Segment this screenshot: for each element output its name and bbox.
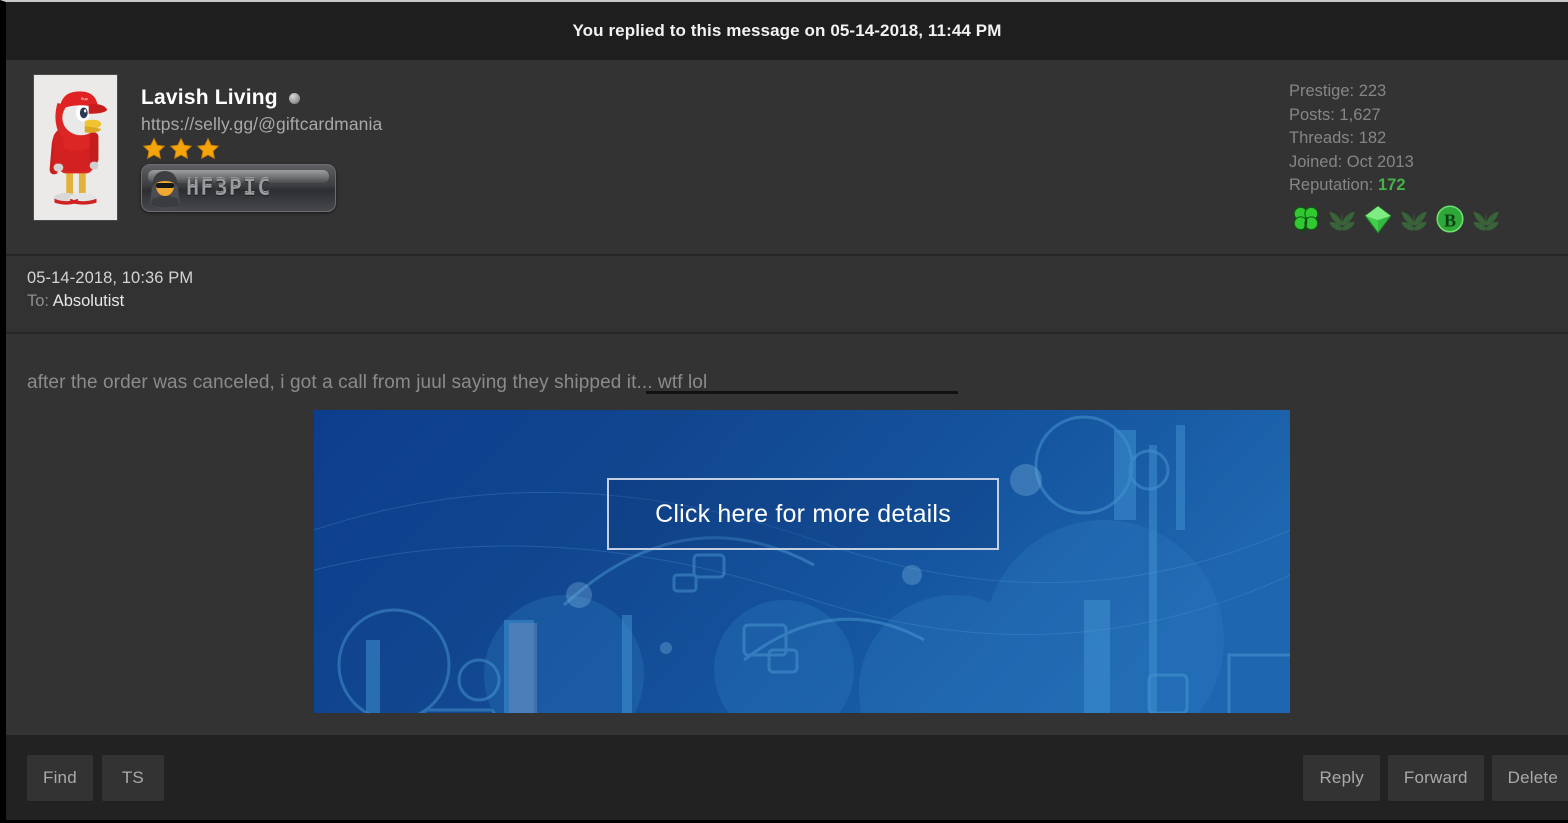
signature-separator [646, 391, 958, 394]
avatar[interactable]: Sup [33, 74, 118, 221]
leaf-icon [1329, 211, 1355, 232]
username[interactable]: Lavish Living [141, 86, 278, 110]
duck-avatar-icon: Sup [34, 75, 117, 220]
author-panel: Sup Lavish Living https://selly.gg/@gift… [6, 60, 1568, 256]
star-icon [142, 137, 166, 160]
message-body: after the order was canceled, i got a ca… [6, 334, 1568, 765]
clover-icon [1293, 206, 1319, 234]
award-icons: B [1289, 202, 1503, 236]
badge-label: HF3PIC [186, 175, 272, 201]
stat-threads: Threads: 182 [1289, 129, 1387, 147]
author-meta: Lavish Living https://selly.gg/@giftcard… [141, 74, 382, 254]
gem-icon [1364, 205, 1392, 234]
ts-button[interactable]: TS [101, 754, 164, 801]
message-header: 05-14-2018, 10:36 PM To: Absolutist [6, 256, 1568, 334]
author-stats: Prestige: 223 Posts: 1,627 Threads: 182 … [1289, 80, 1503, 236]
stat-posts: Posts: 1,627 [1289, 105, 1381, 124]
stat-reputation: Reputation: 172 [1289, 174, 1503, 198]
user-star-rating [141, 136, 382, 162]
online-status-icon [288, 92, 300, 104]
forward-button[interactable]: Forward [1387, 754, 1484, 801]
user-title: https://selly.gg/@giftcardmania [141, 114, 383, 134]
username-line: Lavish Living [141, 86, 382, 110]
delete-button[interactable]: Delete [1491, 754, 1568, 801]
svg-text:B: B [1444, 210, 1456, 230]
stat-prestige: Prestige: 223 [1289, 82, 1387, 100]
message-date: 05-14-2018, 10:36 PM [27, 269, 194, 287]
private-message-view: You replied to this message on 05-14-201… [0, 0, 1568, 823]
message-recipient: To: Absolutist [27, 292, 1568, 311]
reply-button[interactable]: Reply [1303, 754, 1380, 801]
recipient-name[interactable]: Absolutist [53, 292, 125, 310]
cta-button[interactable]: Click here for more details [607, 478, 999, 550]
signature-ad-banner[interactable]: Click here for more details [314, 410, 1290, 713]
reputation-value[interactable]: 172 [1378, 176, 1406, 194]
cta-label: Click here for more details [655, 499, 951, 528]
reply-notice-bar: You replied to this message on 05-14-201… [6, 2, 1568, 60]
stat-joined: Joined: Oct 2013 [1289, 152, 1414, 171]
reply-notice-text: You replied to this message on 05-14-201… [572, 21, 1002, 40]
toolbar-right-group: Reply Forward Delete [1303, 754, 1568, 801]
leaf-icon [1473, 211, 1499, 232]
star-icon [169, 137, 193, 160]
leaf-icon [1401, 211, 1427, 232]
find-button[interactable]: Find [27, 754, 93, 801]
user-group-badge: HF3PIC [141, 164, 336, 212]
message-text: after the order was canceled, i got a ca… [27, 372, 708, 393]
toolbar-left-group: Find TS [27, 754, 164, 801]
star-icon [196, 137, 220, 160]
hooded-figure-icon [142, 165, 188, 211]
message-toolbar: Find TS Reply Forward Delete [6, 735, 1568, 820]
to-label: To: [27, 292, 50, 310]
reputation-label: Reputation: [1289, 176, 1374, 194]
banner-artwork [314, 410, 1290, 713]
bitcoin-icon: B [1436, 204, 1464, 233]
svg-text:Sup: Sup [81, 96, 88, 101]
